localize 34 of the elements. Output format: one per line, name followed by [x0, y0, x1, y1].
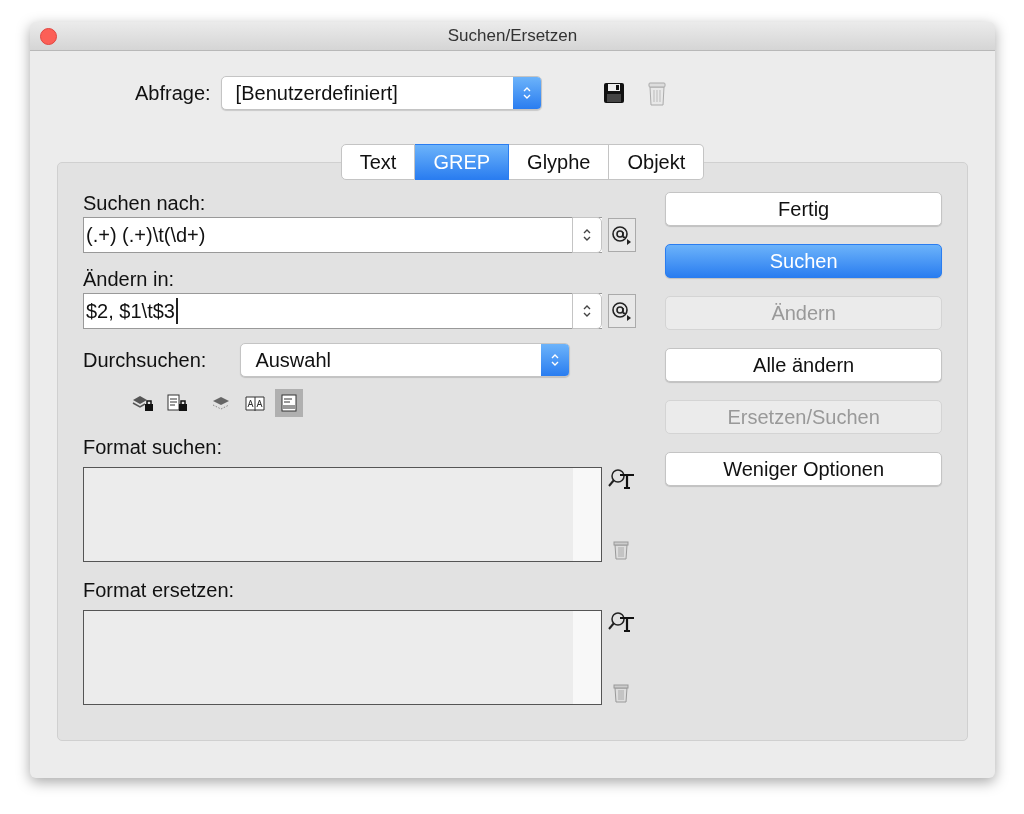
stepper-icon	[572, 293, 602, 329]
tab[interactable]: Text	[340, 144, 416, 180]
save-icon[interactable]	[601, 81, 626, 105]
magnifier-text-icon[interactable]	[608, 467, 636, 491]
at-sign-icon	[611, 300, 633, 322]
change-field[interactable]: $2, $1\t$3	[83, 293, 602, 329]
search-in-dropdown[interactable]: Auswahl	[240, 343, 571, 377]
note-icon	[278, 394, 300, 412]
dialog-button[interactable]: Fertig	[665, 192, 942, 226]
stepper-icon	[541, 344, 570, 376]
open-book-icon	[244, 394, 266, 412]
window-title: Suchen/Ersetzen	[447, 26, 578, 46]
stepper-icon	[572, 217, 602, 253]
find-field[interactable]: (.+) (.+)\t(\d+)	[83, 217, 602, 253]
tab[interactable]: Objekt	[609, 144, 705, 180]
format-label: Format suchen:	[83, 435, 223, 460]
scope-toggle[interactable]	[275, 389, 303, 417]
layers-lock-icon	[132, 394, 154, 412]
special-characters-button[interactable]	[608, 294, 636, 328]
dialog-button[interactable]: Weniger Optionen	[665, 452, 942, 486]
close-button[interactable]	[40, 28, 57, 45]
stepper-icon	[512, 77, 541, 109]
dialog-button[interactable]: Alle ändern	[665, 348, 942, 382]
special-characters-button[interactable]	[608, 218, 636, 252]
query-label: Abfrage:	[135, 81, 211, 105]
query-dropdown[interactable]: [Benutzerdefiniert]	[220, 76, 542, 110]
at-sign-icon	[611, 224, 633, 246]
find-label: Suchen nach:	[83, 191, 207, 216]
change-label: Ändern in:	[83, 267, 176, 292]
page-lock-icon	[166, 394, 188, 412]
search-in-label: Durchsuchen:	[83, 348, 207, 372]
magnifier-text-icon[interactable]	[608, 610, 636, 634]
format-label: Format ersetzen:	[83, 578, 236, 603]
tab[interactable]: Glyphe	[509, 144, 610, 180]
